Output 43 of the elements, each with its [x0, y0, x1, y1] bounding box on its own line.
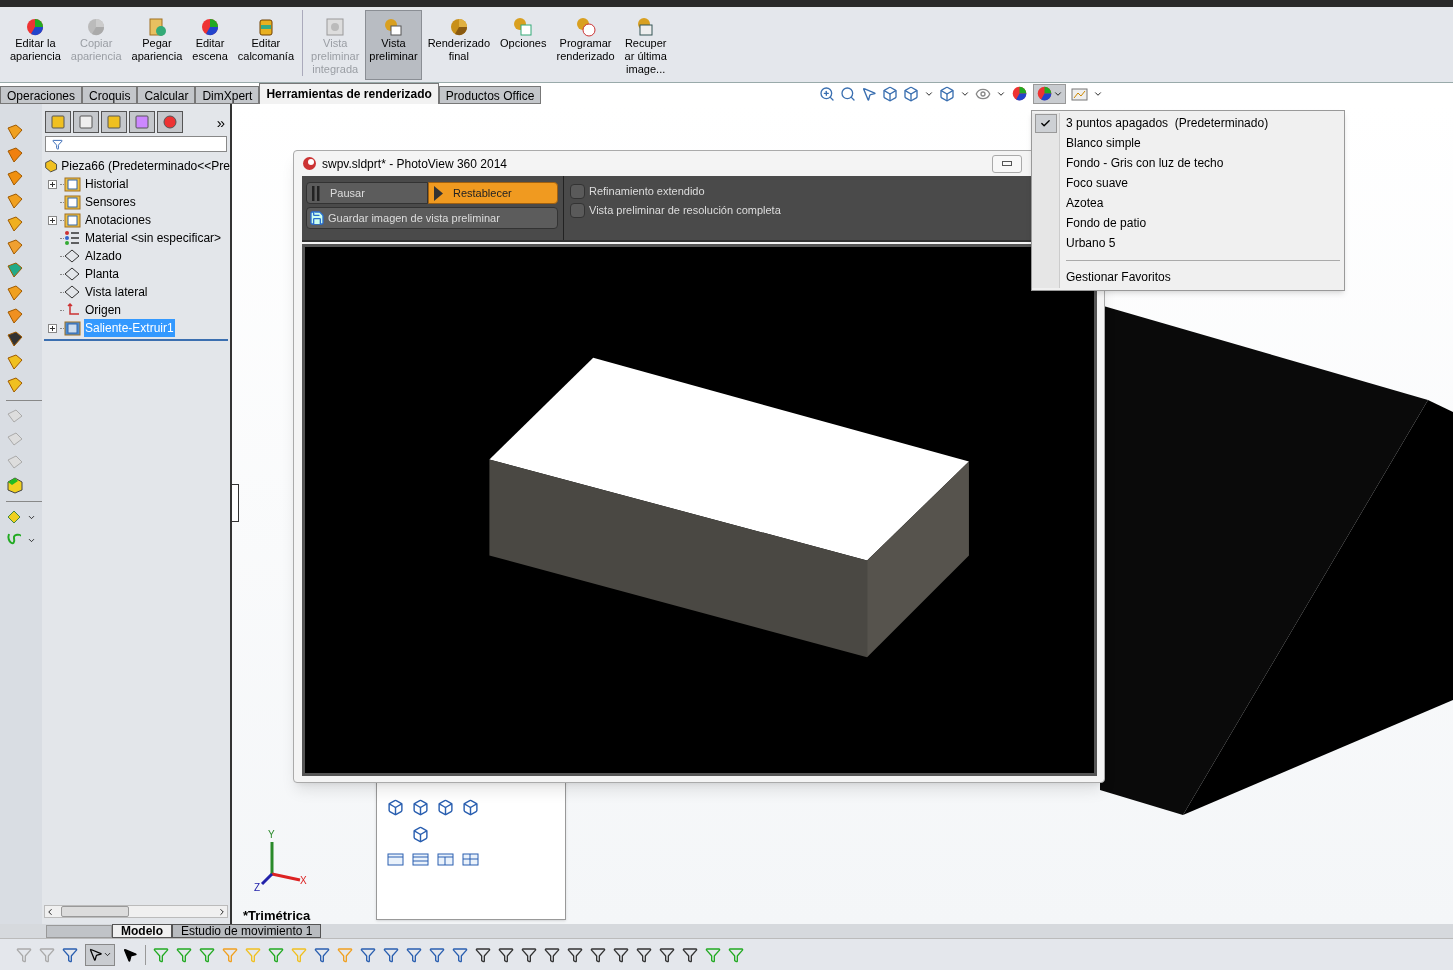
menu-item[interactable]: Foco suave: [1066, 173, 1344, 193]
option-label: Refinamiento extendido: [589, 183, 705, 199]
menu-item[interactable]: Azotea: [1066, 193, 1344, 213]
reset-button[interactable]: Restablecer: [428, 182, 558, 204]
axis-triad-drawing: Y X Z: [252, 828, 310, 892]
bottom-tab[interactable]: Estudio de movimiento 1: [172, 924, 322, 938]
option-label: Vista preliminar de resolución completa: [589, 202, 781, 218]
menu-item[interactable]: Gestionar Favoritos: [1032, 268, 1344, 288]
tree-root[interactable]: Pieza66 (Predeterminado<<Pre: [61, 157, 230, 175]
tree-item[interactable]: Sensores: [84, 193, 137, 211]
view-label: *Trimétrica: [243, 907, 311, 925]
tab[interactable]: Croquis: [82, 86, 138, 104]
save-preview-button[interactable]: Guardar imagen de vista preliminar: [306, 207, 558, 229]
tab[interactable]: Calcular: [137, 86, 196, 104]
bottom-tab[interactable]: Modelo: [112, 924, 172, 938]
window-title: swpv.sldprt* - PhotoView 360 2014: [322, 155, 507, 173]
tree-item[interactable]: Anotaciones: [84, 211, 153, 229]
menu-item[interactable]: Fondo de patio: [1066, 213, 1344, 233]
ribbon-button[interactable]: Editar calcomanía: [233, 10, 299, 80]
tab[interactable]: Herramientas de renderizado: [259, 83, 439, 104]
tab[interactable]: Operaciones: [0, 86, 83, 104]
ribbon-button[interactable]: Editar escena: [188, 10, 232, 80]
tree-item[interactable]: Origen: [84, 301, 123, 319]
menu-item[interactable]: 3 puntos apagados (Predeterminado): [1066, 113, 1344, 133]
tree-item[interactable]: Material <sin especificar>: [84, 229, 223, 247]
ribbon-button[interactable]: Pegar apariencia: [127, 10, 187, 80]
tab[interactable]: Productos Office: [438, 86, 542, 104]
menu-item[interactable]: Urbano 5: [1066, 233, 1344, 253]
tree-item[interactable]: Alzado: [84, 247, 123, 265]
menu-item[interactable]: Fondo - Gris con luz de techo: [1066, 153, 1344, 173]
tree-item[interactable]: Historial: [84, 175, 130, 193]
tree-item[interactable]: Vista lateral: [84, 283, 149, 301]
pause-button[interactable]: Pausar: [306, 182, 428, 204]
ribbon-button[interactable]: Renderizado final: [423, 10, 494, 80]
tab[interactable]: DimXpert: [195, 86, 260, 104]
ribbon-button[interactable]: Vista preliminar: [365, 10, 422, 80]
ribbon-button[interactable]: Opciones: [496, 10, 551, 80]
ribbon-button[interactable]: Editar la apariencia: [6, 10, 65, 80]
menu-item[interactable]: Blanco simple: [1066, 133, 1344, 153]
more-button[interactable]: »: [216, 114, 225, 130]
tree-item[interactable]: Planta: [84, 265, 121, 283]
ribbon-button[interactable]: Recuper ar última image...: [620, 10, 671, 80]
ribbon-button[interactable]: Programar renderizado: [552, 10, 619, 80]
